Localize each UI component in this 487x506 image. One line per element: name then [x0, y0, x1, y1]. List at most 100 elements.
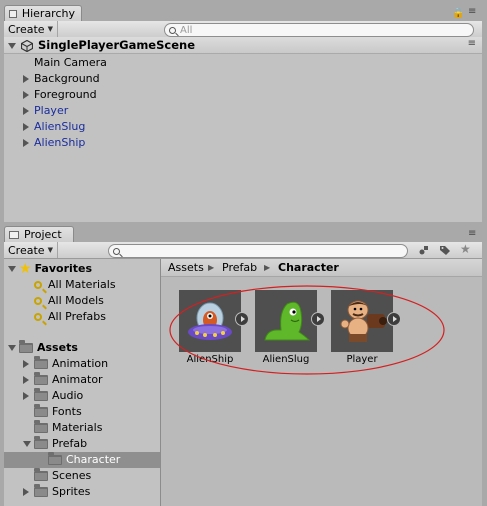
- folder-icon: [34, 420, 48, 433]
- breadcrumb-assets[interactable]: Assets: [168, 259, 204, 277]
- folder-prefab[interactable]: Prefab: [23, 436, 87, 452]
- folder-label: Animation: [52, 357, 109, 370]
- folder-icon: [34, 388, 48, 401]
- item-label: Main Camera: [34, 56, 107, 69]
- project-tab-icon: [9, 230, 19, 239]
- scene-menu-icon[interactable]: ≡: [468, 38, 476, 49]
- hierarchy-tab-icon: [9, 9, 17, 18]
- folder-label: Scenes: [52, 469, 92, 482]
- hierarchy-item-main-camera[interactable]: Main Camera: [34, 55, 107, 71]
- folder-icon: [34, 404, 48, 417]
- hierarchy-search-input[interactable]: All: [164, 23, 474, 37]
- folder-icon: [34, 468, 48, 481]
- favorites-star-icon: ★: [19, 261, 32, 277]
- folder-icon: [48, 452, 62, 465]
- hierarchy-item-alienship[interactable]: AlienShip: [23, 135, 85, 151]
- folder-icon: [19, 340, 33, 353]
- expand-arrow-icon[interactable]: [23, 139, 29, 147]
- asset-browser: Assets ▶ Prefab ▶ Character AlienShip Al…: [161, 259, 482, 506]
- hierarchy-create-button[interactable]: Create ▼: [4, 21, 58, 37]
- saved-search-icon: [34, 281, 42, 289]
- tab-project[interactable]: Project: [4, 226, 74, 242]
- expand-arrow-icon[interactable]: [23, 91, 29, 99]
- item-label: AlienShip: [34, 136, 86, 149]
- expand-arrow-icon[interactable]: [23, 392, 29, 400]
- expand-arrow-icon[interactable]: [23, 123, 29, 131]
- folder-label: Sprites: [52, 485, 91, 498]
- highlight-ellipse-annotation: [169, 285, 445, 375]
- breadcrumb: Assets ▶ Prefab ▶ Character: [161, 259, 482, 277]
- filter-by-type-icon[interactable]: [419, 245, 429, 255]
- assets-header[interactable]: Assets: [8, 340, 78, 356]
- filter-by-label-icon[interactable]: [440, 245, 450, 255]
- favorite-label: All Prefabs: [48, 310, 106, 323]
- project-folder-tree: ★ Favorites All Materials All Models All …: [4, 259, 160, 506]
- folder-scenes[interactable]: Scenes: [34, 468, 91, 484]
- favorite-label: All Models: [48, 294, 104, 307]
- collapse-arrow-icon[interactable]: [23, 441, 31, 447]
- project-search-input[interactable]: [108, 244, 408, 258]
- expand-arrow-icon[interactable]: [23, 488, 29, 496]
- project-panel: ★ Favorites All Materials All Models All …: [4, 259, 482, 506]
- item-label: Background: [34, 72, 100, 85]
- expand-arrow-icon[interactable]: [23, 107, 29, 115]
- collapse-arrow-icon[interactable]: [8, 345, 16, 351]
- hierarchy-lock-icon[interactable]: 🔒: [452, 8, 464, 19]
- project-tab-label: Project: [24, 228, 62, 241]
- project-menu-icon[interactable]: ≡: [468, 228, 476, 239]
- hierarchy-panel: SinglePlayerGameScene ≡ Main Camera Back…: [4, 37, 482, 222]
- favorite-item-all-prefabs[interactable]: All Prefabs: [34, 309, 106, 325]
- item-label: AlienSlug: [34, 120, 86, 133]
- scene-name: SinglePlayerGameScene: [38, 38, 195, 52]
- folder-icon: [34, 484, 48, 497]
- favorite-star-icon[interactable]: ★: [460, 242, 471, 256]
- folder-label: Animator: [52, 373, 103, 386]
- create-label: Create: [8, 243, 45, 257]
- expand-arrow-icon[interactable]: [23, 75, 29, 83]
- folder-sprites[interactable]: Sprites: [23, 484, 90, 500]
- folder-fonts[interactable]: Fonts: [34, 404, 82, 420]
- collapse-arrow-icon[interactable]: [8, 43, 16, 49]
- search-icon: [113, 247, 120, 255]
- breadcrumb-separator-icon: ▶: [264, 263, 271, 272]
- folder-icon: [34, 356, 48, 369]
- hierarchy-item-foreground[interactable]: Foreground: [23, 87, 97, 103]
- hierarchy-item-player[interactable]: Player: [23, 103, 68, 119]
- collapse-arrow-icon[interactable]: [8, 266, 16, 272]
- saved-search-icon: [34, 297, 42, 305]
- dropdown-arrow-icon: ▼: [47, 25, 53, 33]
- folder-character[interactable]: Character: [48, 452, 120, 468]
- breadcrumb-separator-icon: ▶: [208, 263, 215, 272]
- folder-animation[interactable]: Animation: [23, 356, 108, 372]
- expand-arrow-icon[interactable]: [23, 376, 29, 384]
- dropdown-arrow-icon: ▼: [47, 246, 53, 254]
- hierarchy-menu-icon[interactable]: ≡: [468, 6, 476, 17]
- folder-icon: [34, 436, 48, 449]
- folder-label: Character: [66, 453, 121, 466]
- folder-animator[interactable]: Animator: [23, 372, 103, 388]
- project-toolbar: Create ▼ ★: [4, 242, 482, 259]
- folder-label: Materials: [52, 421, 103, 434]
- folder-materials[interactable]: Materials: [34, 420, 102, 436]
- favorites-label: Favorites: [34, 262, 93, 275]
- favorite-label: All Materials: [48, 278, 116, 291]
- folder-label: Prefab: [52, 437, 88, 450]
- hierarchy-tab-label: Hierarchy: [21, 7, 75, 20]
- scene-header[interactable]: SinglePlayerGameScene ≡: [4, 37, 482, 54]
- folder-icon: [34, 372, 48, 385]
- hierarchy-item-alienslug[interactable]: AlienSlug: [23, 119, 85, 135]
- breadcrumb-prefab[interactable]: Prefab: [222, 259, 257, 277]
- breadcrumb-character[interactable]: Character: [278, 259, 339, 277]
- project-create-button[interactable]: Create ▼: [4, 242, 58, 258]
- favorite-item-all-models[interactable]: All Models: [34, 293, 104, 309]
- hierarchy-item-background[interactable]: Background: [23, 71, 100, 87]
- favorite-item-all-materials[interactable]: All Materials: [34, 277, 116, 293]
- tab-hierarchy[interactable]: Hierarchy: [4, 5, 82, 21]
- search-text: All: [180, 24, 193, 36]
- expand-arrow-icon[interactable]: [23, 360, 29, 368]
- hierarchy-toolbar: Create ▼ All: [4, 21, 482, 38]
- favorites-header[interactable]: ★ Favorites: [8, 261, 92, 277]
- folder-audio[interactable]: Audio: [23, 388, 83, 404]
- search-icon: [169, 26, 176, 34]
- folder-label: Fonts: [52, 405, 82, 418]
